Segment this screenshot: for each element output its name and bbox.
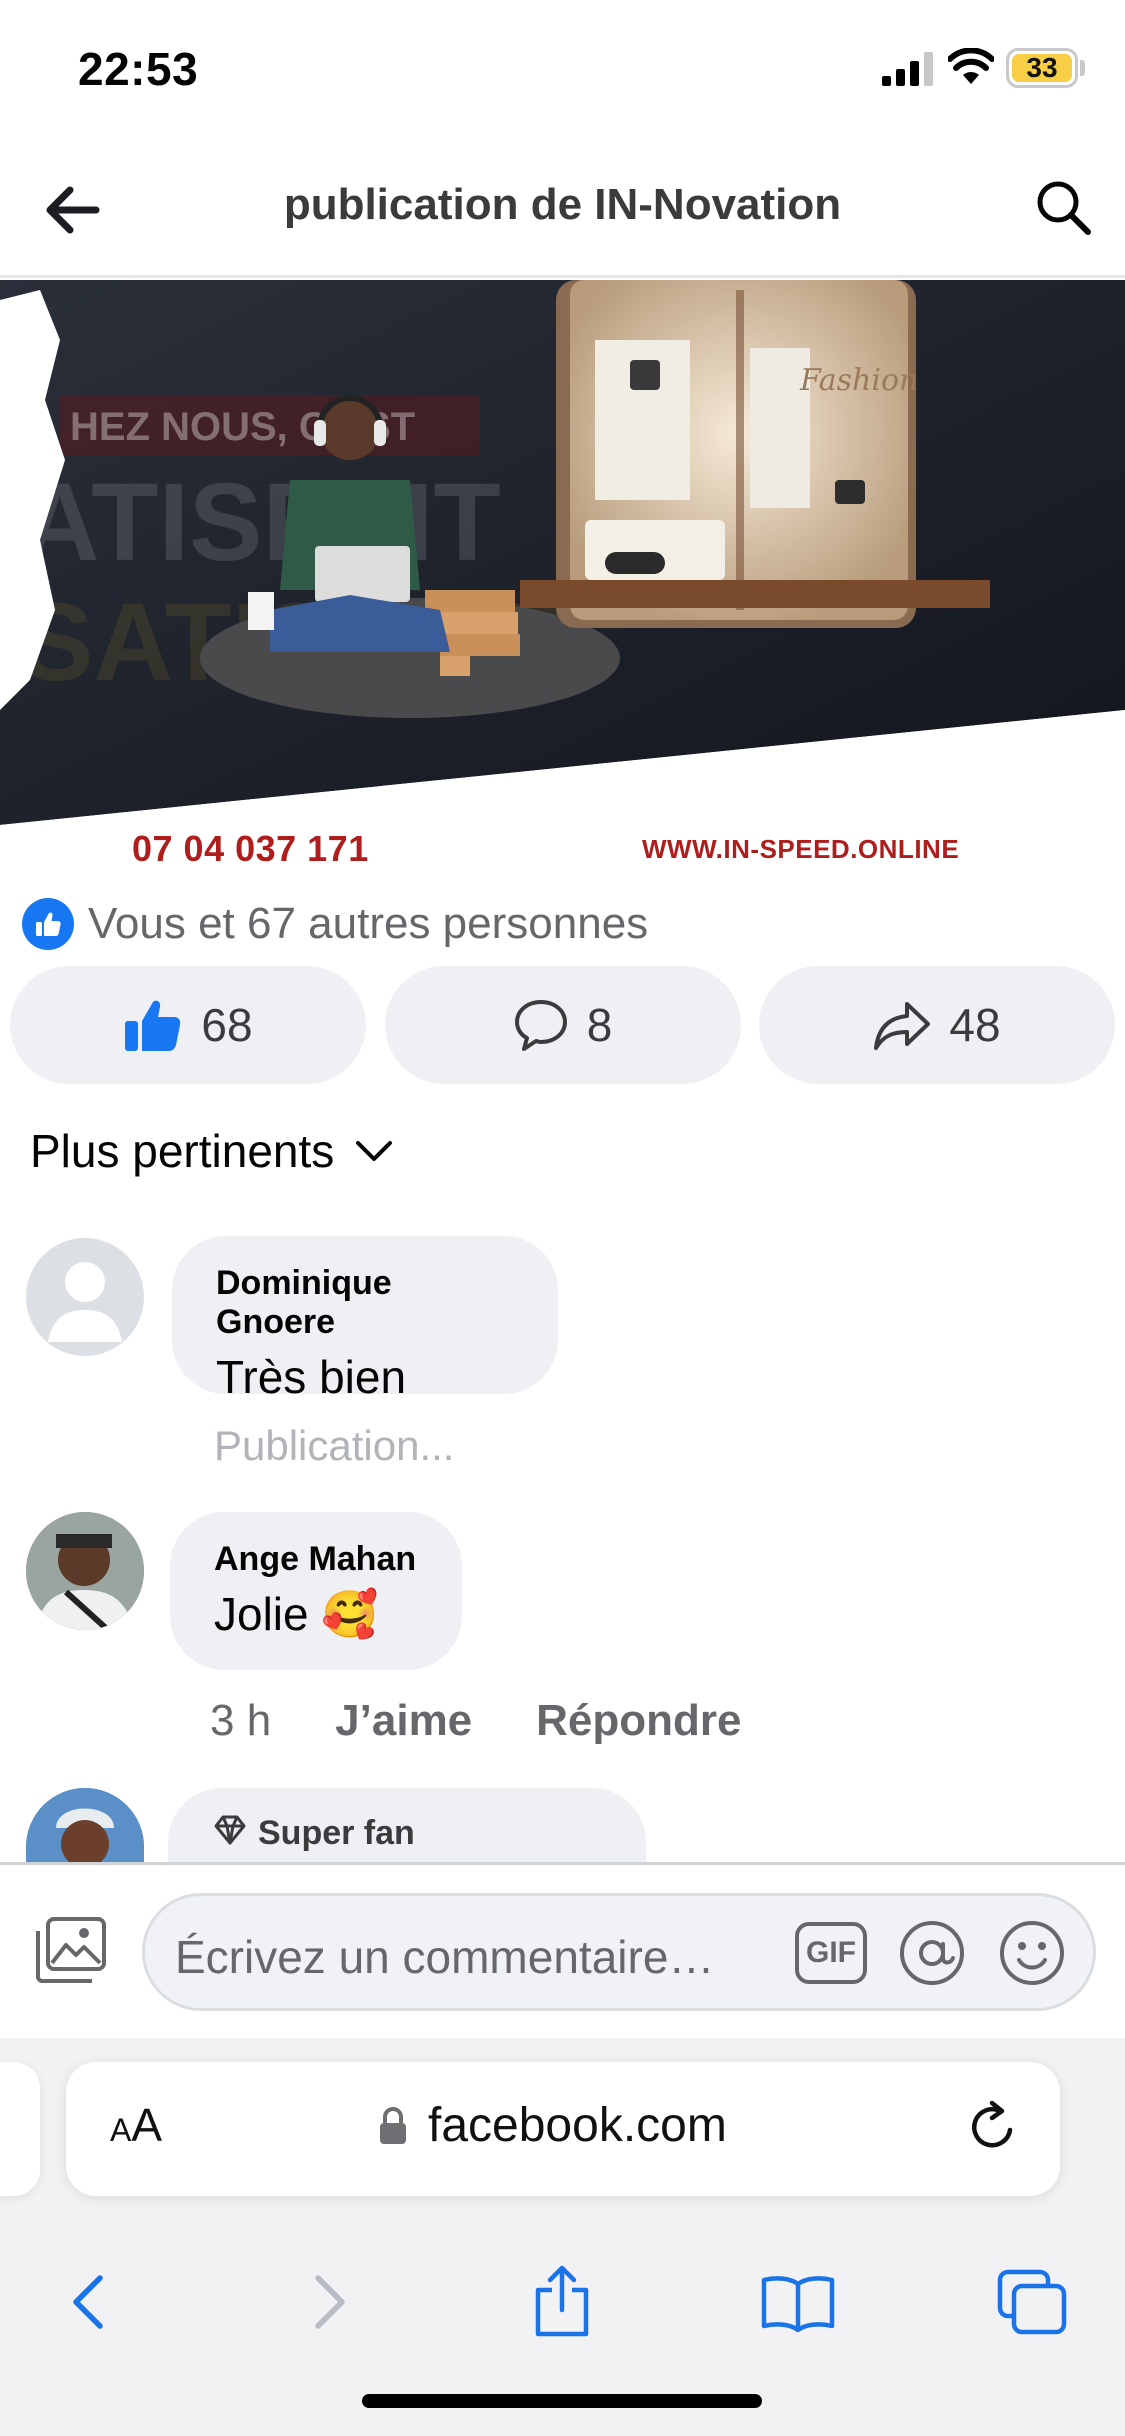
comment-sort-selector[interactable]: Plus pertinents <box>30 1118 394 1184</box>
browser-forward-button[interactable] <box>290 2262 370 2342</box>
photo-attach-icon[interactable] <box>34 1915 108 1985</box>
share-sheet-button[interactable] <box>522 2262 602 2342</box>
post-actions: 68 8 48 <box>10 966 1115 1084</box>
user-photo-icon <box>26 1788 144 1862</box>
cellular-signal-icon <box>882 52 933 86</box>
tabs-button[interactable] <box>992 2262 1072 2342</box>
comment-input-placeholder: Écrivez un commentaire… <box>175 1931 715 1983</box>
emoji-icon[interactable] <box>997 1918 1067 1988</box>
promo-phone-number: 07 04 037 171 <box>132 828 369 869</box>
user-photo-icon <box>26 1512 144 1630</box>
battery-level: 33 <box>1012 52 1072 83</box>
comment-time: 3 h <box>210 1696 272 1745</box>
sort-label: Plus pertinents <box>30 1125 335 1177</box>
promo-website: WWW.IN-SPEED.ONLINE <box>642 834 960 864</box>
status-bar: 22:53 33 <box>0 0 1125 140</box>
comment-author[interactable]: Dominique Gnoere <box>216 1264 514 1342</box>
comment-bubble[interactable]: Super fan <box>168 1788 646 1862</box>
share-button[interactable]: 48 <box>759 966 1115 1084</box>
wifi-icon <box>948 48 994 84</box>
comment-composer: Écrivez un commentaire… GIF <box>0 1862 1125 2038</box>
comment-count: 8 <box>586 999 613 1051</box>
avatar-default[interactable] <box>26 1238 144 1356</box>
comment-bubble[interactable]: Dominique Gnoere Très bien <box>172 1236 558 1403</box>
post-image[interactable]: HEZ NOUS, C'EST ATISFAIT SATISFAIT Fashi… <box>0 280 1125 872</box>
avatar-user[interactable] <box>26 1788 144 1862</box>
share-count: 48 <box>949 999 1001 1051</box>
lock-icon <box>380 2107 406 2144</box>
chevron-left-icon <box>73 2275 103 2329</box>
book-icon <box>761 2276 835 2332</box>
comment-input[interactable]: Écrivez un commentaire… GIF <box>142 1893 1096 2011</box>
chevron-right-icon <box>315 2275 345 2329</box>
status-time: 22:53 <box>78 43 199 95</box>
mention-icon[interactable] <box>897 1918 967 1988</box>
comment-text: Jolie 🥰 <box>214 1588 379 1640</box>
tabs-icon <box>997 2269 1067 2335</box>
home-indicator[interactable] <box>362 2394 762 2408</box>
search-icon[interactable] <box>1032 176 1096 240</box>
comment-like-button[interactable]: J’aime <box>335 1696 472 1746</box>
svg-text:Fashion: Fashion <box>799 363 918 398</box>
default-user-icon <box>48 1262 122 1342</box>
chevron-down-icon <box>356 1141 393 1161</box>
comment-publishing-status: Publication... <box>214 1422 455 1469</box>
super-fan-badge: Super fan <box>258 1814 415 1852</box>
like-reaction-icon <box>22 898 74 950</box>
address-bar[interactable]: AA facebook.com <box>66 2062 1060 2196</box>
promo-banner-graphic: HEZ NOUS, C'EST ATISFAIT SATISFAIT Fashi… <box>0 280 1125 872</box>
battery-tip <box>1080 60 1085 76</box>
share-arrow-icon <box>874 1002 931 1050</box>
reload-icon[interactable] <box>964 2098 1022 2156</box>
safari-chrome: AA facebook.com <box>0 2038 1125 2436</box>
like-button[interactable]: 68 <box>10 966 366 1084</box>
like-count: 68 <box>201 999 253 1051</box>
diamond-badge-icon <box>214 1815 246 1845</box>
comment-reply-button[interactable]: Répondre <box>536 1696 741 1746</box>
reactions-summary[interactable]: Vous et 67 autres personnes <box>22 894 648 954</box>
reactions-text: Vous et 67 autres personnes <box>88 899 649 948</box>
gif-button[interactable]: GIF <box>795 1922 867 1984</box>
browser-back-button[interactable] <box>48 2262 128 2342</box>
comment-meta: 3 h J’aime Répondre <box>210 1696 742 1746</box>
previous-tab-preview[interactable] <box>0 2062 40 2196</box>
svg-text:ATISFAIT: ATISFAIT <box>20 461 501 584</box>
page-header: publication de IN-Novation <box>0 140 1125 278</box>
safari-toolbar <box>0 2236 1125 2376</box>
share-icon <box>535 2265 589 2337</box>
comment-bubble[interactable]: Ange Mahan Jolie 🥰 <box>170 1512 462 1670</box>
avatar-ange-mahan[interactable] <box>26 1512 144 1630</box>
url-text: facebook.com <box>428 2099 727 2152</box>
page-title: publication de IN-Novation <box>283 180 842 229</box>
battery-indicator: 33 <box>1006 48 1078 88</box>
bookmarks-button[interactable] <box>758 2262 838 2342</box>
comment-author[interactable]: Ange Mahan <box>214 1540 418 1579</box>
comment-button[interactable]: 8 <box>384 966 741 1084</box>
comment-bubble-icon <box>514 1000 567 1051</box>
comment-text: Très bien <box>216 1351 407 1403</box>
thumbs-up-icon <box>125 1000 181 1051</box>
reader-settings-button[interactable]: AA <box>110 2098 162 2152</box>
